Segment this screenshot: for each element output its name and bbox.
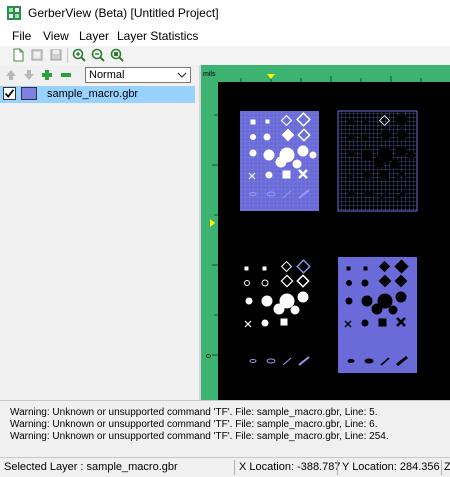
status-y-location: Y Location: 284.356 <box>342 461 440 473</box>
status-x-location: X Location: -388.787 <box>239 461 341 473</box>
menu-file[interactable]: File <box>12 29 31 43</box>
blend-mode-value: Normal <box>89 69 125 81</box>
open-file-icon[interactable] <box>29 47 45 63</box>
message-line: Warning: Unknown or unsupported command … <box>10 407 378 418</box>
menu-view[interactable]: View <box>43 29 69 43</box>
chevron-down-icon <box>177 72 187 78</box>
save-icon[interactable] <box>48 47 64 63</box>
layer-row[interactable]: sample_macro.gbr <box>0 86 195 103</box>
menu-layer-statistics[interactable]: Layer Statistics <box>117 29 198 43</box>
gerber-quadrant-1 <box>240 111 319 211</box>
message-log: Warning: Unknown or unsupported command … <box>0 400 450 457</box>
title-bar: GerberView (Beta) [Untitled Project] <box>0 0 450 26</box>
gerber-quadrant-2 <box>337 110 418 212</box>
message-line: Warning: Unknown or unsupported command … <box>10 431 389 442</box>
blend-mode-select[interactable]: Normal <box>85 67 191 83</box>
zoom-fit-icon[interactable] <box>109 47 125 63</box>
menu-bar: File View Layer Layer Statistics <box>0 26 450 46</box>
zoom-in-icon[interactable] <box>71 47 87 63</box>
new-file-icon[interactable] <box>10 47 26 63</box>
move-layer-up-icon[interactable] <box>3 67 19 83</box>
main-toolbar <box>0 46 450 65</box>
message-line: Warning: Unknown or unsupported command … <box>10 419 378 430</box>
top-ruler <box>201 65 450 82</box>
window-title: GerberView (Beta) [Untitled Project] <box>28 6 219 20</box>
gerber-quadrant-4 <box>338 257 417 373</box>
menu-layer[interactable]: Layer <box>79 29 109 43</box>
remove-layer-icon[interactable] <box>58 67 74 83</box>
app-icon <box>7 6 21 20</box>
toolbar-separator <box>67 48 68 63</box>
layer-visibility-checkbox[interactable] <box>3 87 16 100</box>
move-layer-down-icon[interactable] <box>21 67 37 83</box>
zoom-out-icon[interactable] <box>90 47 106 63</box>
status-z-location: Z <box>444 461 450 473</box>
canvas-drawing: mils 0 <box>201 65 450 400</box>
add-layer-icon[interactable] <box>39 67 55 83</box>
layers-panel: sample_macro.gbr <box>0 86 199 400</box>
layer-color-swatch[interactable] <box>21 87 37 100</box>
status-bar: Selected Layer : sample_macro.gbr X Loca… <box>0 457 450 477</box>
gerber-quadrant-3 <box>244 259 311 366</box>
status-separator <box>234 460 235 475</box>
checkmark-icon <box>4 89 15 98</box>
layer-name: sample_macro.gbr <box>47 88 139 100</box>
status-selected-layer: Selected Layer : sample_macro.gbr <box>4 461 178 473</box>
gerber-canvas[interactable]: mils 0 <box>201 65 450 400</box>
status-separator <box>337 460 338 475</box>
status-separator <box>441 460 442 475</box>
ruler-unit-label: mils <box>203 71 216 78</box>
ruler-zero-label: 0 <box>206 354 213 358</box>
